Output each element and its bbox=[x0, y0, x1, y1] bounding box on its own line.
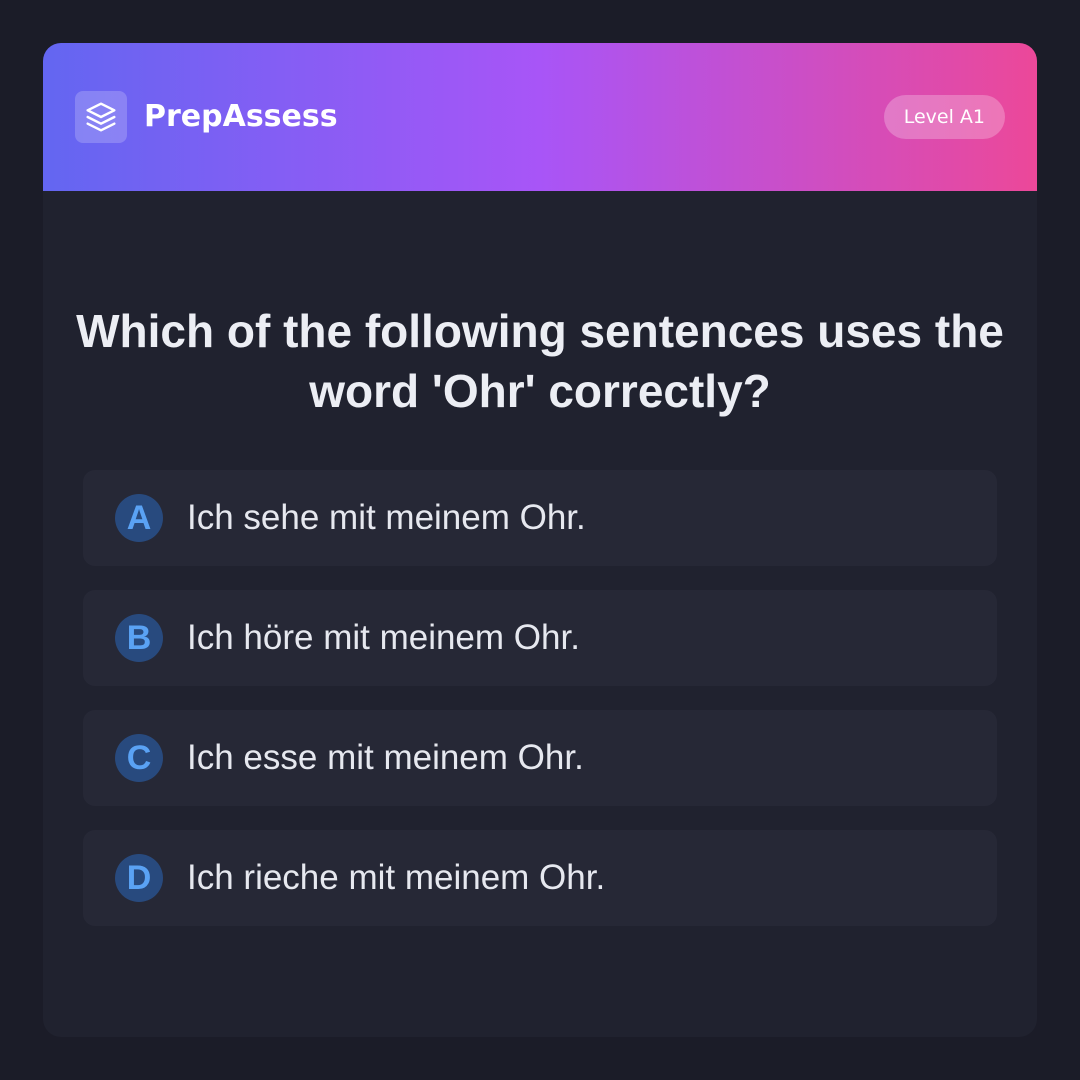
quiz-card: PrepAssess Level A1 Which of the followi… bbox=[43, 43, 1037, 1037]
option-letter-badge: B bbox=[115, 614, 163, 662]
option-label: Ich rieche mit meinem Ohr. bbox=[187, 858, 606, 897]
level-badge: Level A1 bbox=[883, 95, 1005, 139]
option-letter-badge: D bbox=[115, 854, 163, 902]
option-c[interactable]: C Ich esse mit meinem Ohr. bbox=[83, 710, 997, 806]
logo bbox=[75, 91, 127, 143]
question-text: Which of the following sentences uses th… bbox=[76, 305, 1004, 417]
option-label: Ich esse mit meinem Ohr. bbox=[187, 738, 584, 777]
option-label: Ich höre mit meinem Ohr. bbox=[187, 618, 580, 657]
option-b[interactable]: B Ich höre mit meinem Ohr. bbox=[83, 590, 997, 686]
option-label: Ich sehe mit meinem Ohr. bbox=[187, 498, 586, 537]
option-letter-badge: C bbox=[115, 734, 163, 782]
option-a[interactable]: A Ich sehe mit meinem Ohr. bbox=[83, 470, 997, 566]
option-d[interactable]: D Ich rieche mit meinem Ohr. bbox=[83, 830, 997, 926]
option-letter-badge: A bbox=[115, 494, 163, 542]
quiz-header: PrepAssess Level A1 bbox=[43, 43, 1037, 191]
brand-name: PrepAssess bbox=[144, 99, 338, 134]
layers-icon bbox=[86, 102, 116, 132]
